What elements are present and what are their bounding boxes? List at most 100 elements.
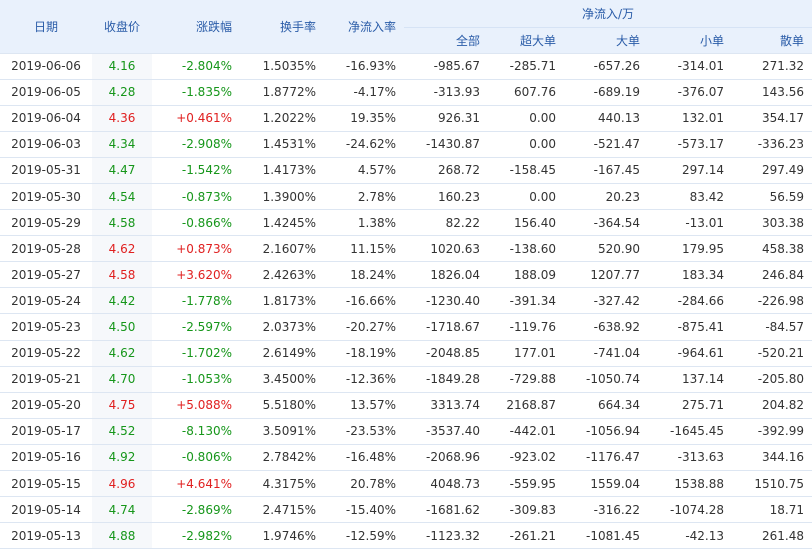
table-row: 2019-05-30 4.54 -0.873% 1.3900% 2.78% 160.23 0… xyxy=(0,183,812,211)
table-row: 2019-05-28 4.62 +0.873% 2.1607% 11.15% 1020.6… xyxy=(0,235,812,263)
cell-net-xl: 156.40 xyxy=(488,209,564,237)
cell-change: +0.873% xyxy=(152,235,240,263)
cell-change: -2.982% xyxy=(152,522,240,550)
cell-price: 4.62 xyxy=(92,235,152,263)
cell-net-all: 160.23 xyxy=(404,183,488,211)
cell-turnover: 1.8173% xyxy=(240,287,324,315)
column-header-xl[interactable]: 超大单 xyxy=(488,27,564,54)
cell-date: 2019-05-15 xyxy=(0,470,92,498)
cell-change: +5.088% xyxy=(152,392,240,419)
column-header-price[interactable]: 收盘价 xyxy=(92,0,152,54)
cell-price: 4.52 xyxy=(92,418,152,445)
cell-date: 2019-06-04 xyxy=(0,105,92,132)
cell-price: 4.34 xyxy=(92,131,152,158)
cell-turnover: 5.5180% xyxy=(240,392,324,419)
table-row: 2019-06-06 4.16 -2.804% 1.5035% -16.93% -985.… xyxy=(0,53,812,80)
column-header-large[interactable]: 大单 xyxy=(564,27,648,54)
cell-change: -2.804% xyxy=(152,53,240,80)
cell-net-ratio: 20.78% xyxy=(324,470,404,498)
cell-change: +0.461% xyxy=(152,105,240,132)
cell-net-large: -1056.94 xyxy=(564,418,648,445)
cell-net-ratio: -15.40% xyxy=(324,496,404,524)
cell-net-retail: -336.23 xyxy=(732,131,812,158)
cell-net-large: -1081.45 xyxy=(564,522,648,550)
cell-net-large: -657.26 xyxy=(564,53,648,80)
cell-net-retail: 261.48 xyxy=(732,522,812,550)
table-row: 2019-05-15 4.96 +4.641% 4.3175% 20.78% 4048.7… xyxy=(0,470,812,498)
cell-net-large: 440.13 xyxy=(564,105,648,132)
column-group-net-inflow-label: 净流入/万 xyxy=(581,6,635,21)
cell-net-ratio: -23.53% xyxy=(324,418,404,445)
column-header-change[interactable]: 涨跌幅 xyxy=(152,0,240,54)
cell-date: 2019-05-14 xyxy=(0,496,92,524)
cell-net-all: -1718.67 xyxy=(404,313,488,341)
cell-date: 2019-05-20 xyxy=(0,392,92,419)
cell-date: 2019-05-30 xyxy=(0,183,92,211)
cell-date: 2019-05-13 xyxy=(0,522,92,550)
cell-turnover: 1.8772% xyxy=(240,79,324,106)
column-header-all[interactable]: 全部 xyxy=(404,27,488,54)
cell-turnover: 2.6149% xyxy=(240,340,324,367)
column-header-net-ratio[interactable]: 净流入率 xyxy=(324,0,404,54)
fund-flow-table: 日期 收盘价 涨跌幅 换手率 净流入率 净流入/万 全部 超大单 大单 小单 散… xyxy=(0,0,812,550)
cell-price: 4.16 xyxy=(92,53,152,80)
column-header-xl-label: 超大单 xyxy=(519,33,556,48)
cell-net-xl: 188.09 xyxy=(488,261,564,289)
cell-net-all: -1681.62 xyxy=(404,496,488,524)
cell-date: 2019-05-22 xyxy=(0,340,92,367)
column-header-retail[interactable]: 散单 xyxy=(732,27,812,54)
cell-net-large: -689.19 xyxy=(564,79,648,106)
cell-net-ratio: -12.36% xyxy=(324,366,404,393)
cell-date: 2019-05-31 xyxy=(0,157,92,184)
cell-net-all: -2048.85 xyxy=(404,340,488,367)
column-header-turnover[interactable]: 换手率 xyxy=(240,0,324,54)
cell-net-retail: 303.38 xyxy=(732,209,812,237)
cell-net-all: 4048.73 xyxy=(404,470,488,498)
cell-date: 2019-05-17 xyxy=(0,418,92,445)
cell-net-ratio: -16.93% xyxy=(324,53,404,80)
table-row: 2019-05-13 4.88 -2.982% 1.9746% -12.59% -1123… xyxy=(0,522,812,550)
cell-net-xl: 0.00 xyxy=(488,105,564,132)
column-header-small[interactable]: 小单 xyxy=(648,27,732,54)
cell-net-retail: 143.56 xyxy=(732,79,812,106)
cell-net-xl: -261.21 xyxy=(488,522,564,550)
cell-turnover: 1.4173% xyxy=(240,157,324,184)
cell-net-ratio: 13.57% xyxy=(324,392,404,419)
cell-net-small: 83.42 xyxy=(648,183,732,211)
cell-net-ratio: -20.27% xyxy=(324,313,404,341)
cell-net-retail: 246.84 xyxy=(732,261,812,289)
cell-net-small: -1074.28 xyxy=(648,496,732,524)
cell-net-all: -3537.40 xyxy=(404,418,488,445)
column-header-turnover-label: 换手率 xyxy=(279,19,316,34)
cell-net-retail: -84.57 xyxy=(732,313,812,341)
cell-net-large: -327.42 xyxy=(564,287,648,315)
cell-net-large: -167.45 xyxy=(564,157,648,184)
cell-net-small: 1538.88 xyxy=(648,470,732,498)
cell-net-large: 1559.04 xyxy=(564,470,648,498)
cell-date: 2019-05-29 xyxy=(0,209,92,237)
cell-change: +3.620% xyxy=(152,261,240,289)
column-header-price-label: 收盘价 xyxy=(103,19,140,34)
column-header-date[interactable]: 日期 xyxy=(0,0,92,54)
table-row: 2019-05-20 4.75 +5.088% 5.5180% 13.57% 3313.7… xyxy=(0,392,812,419)
cell-net-xl: 0.00 xyxy=(488,131,564,158)
cell-price: 4.50 xyxy=(92,313,152,341)
cell-price: 4.58 xyxy=(92,209,152,237)
column-header-all-label: 全部 xyxy=(455,33,480,48)
column-group-net-inflow: 净流入/万 xyxy=(404,0,812,28)
cell-price: 4.70 xyxy=(92,366,152,393)
cell-net-all: 926.31 xyxy=(404,105,488,132)
cell-net-ratio: -12.59% xyxy=(324,522,404,550)
cell-net-all: -1430.87 xyxy=(404,131,488,158)
cell-net-small: -964.61 xyxy=(648,340,732,367)
cell-turnover: 1.9746% xyxy=(240,522,324,550)
cell-net-ratio: 11.15% xyxy=(324,235,404,263)
cell-net-large: 1207.77 xyxy=(564,261,648,289)
cell-net-all: 1020.63 xyxy=(404,235,488,263)
table-row: 2019-05-14 4.74 -2.869% 2.4715% -15.40% -1681… xyxy=(0,496,812,524)
table-row: 2019-06-05 4.28 -1.835% 1.8772% -4.17% -313.9… xyxy=(0,79,812,106)
cell-net-all: 82.22 xyxy=(404,209,488,237)
cell-net-small: -1645.45 xyxy=(648,418,732,445)
table-row: 2019-05-23 4.50 -2.597% 2.0373% -20.27% -1718… xyxy=(0,313,812,341)
cell-net-ratio: 4.57% xyxy=(324,157,404,184)
